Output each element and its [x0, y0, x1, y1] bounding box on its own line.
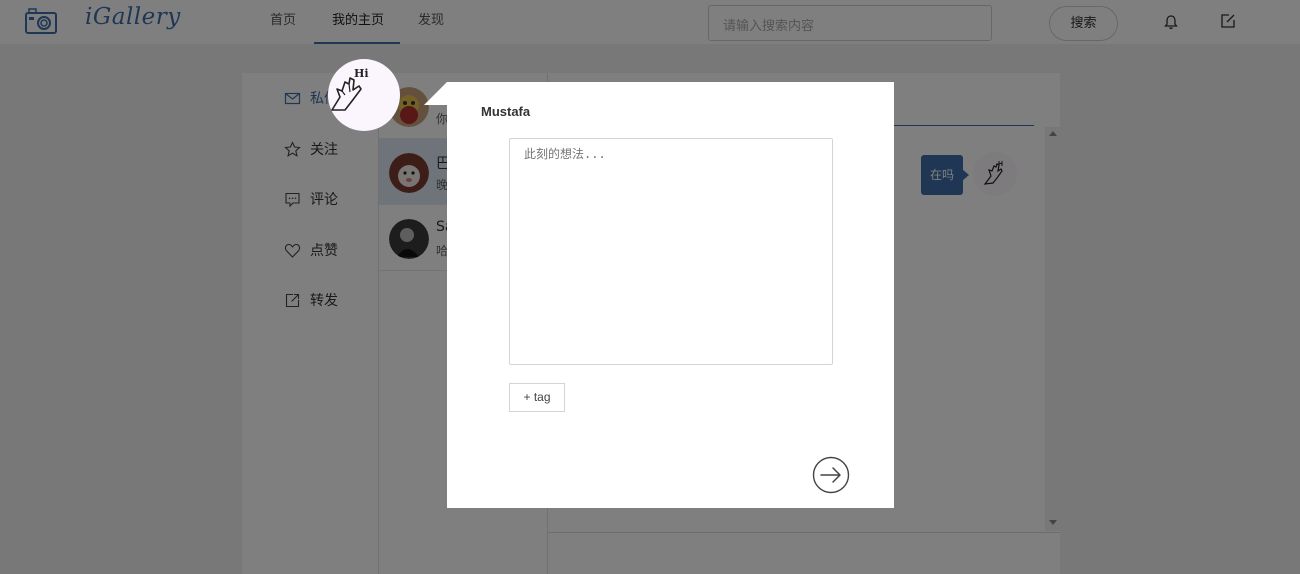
modal-recipient-name: Mustafa [481, 104, 531, 119]
add-tag-button[interactable]: + tag [509, 383, 565, 412]
modal-pointer [424, 82, 447, 105]
send-arrow-button[interactable] [812, 456, 850, 494]
hi-avatar: Hi [328, 59, 400, 131]
message-textarea[interactable] [509, 138, 833, 365]
waving-hand-icon: Hi [331, 67, 369, 111]
hi-label: Hi [354, 67, 369, 80]
